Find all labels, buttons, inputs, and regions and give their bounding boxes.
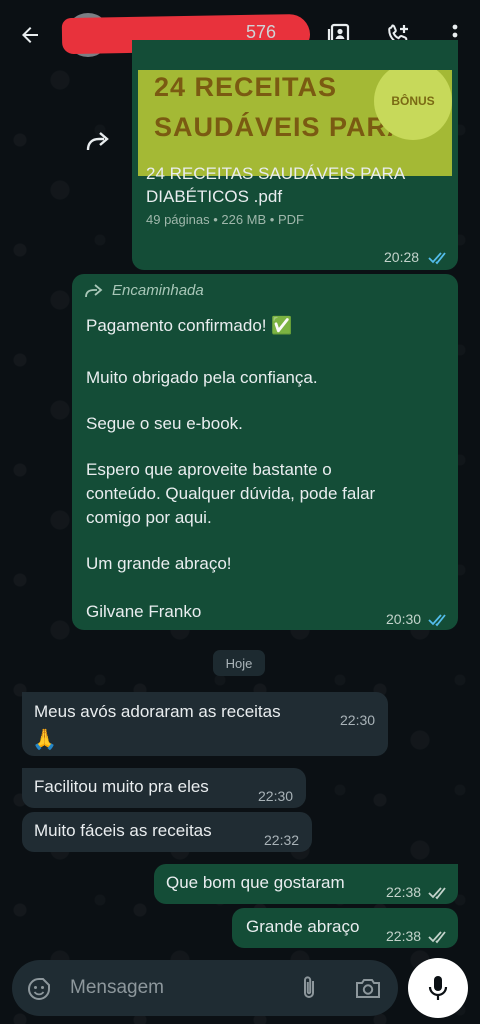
message-time: 22:38 [386, 928, 422, 944]
message-line: Pagamento confirmado! ✅ [86, 316, 293, 335]
bonus-badge: BÔNUS [374, 70, 452, 140]
document-thumbnail[interactable]: 24 RECEITAS SAUDÁVEIS PARA BÔNUS [138, 70, 452, 176]
camera-button[interactable] [352, 973, 384, 1003]
forwarded-label: Encaminhada [112, 282, 204, 299]
thumbnail-line1: 24 RECEITAS [154, 72, 338, 102]
message-line: Muito obrigado pela confiança. [86, 368, 318, 387]
document-title[interactable]: 24 RECEITAS SAUDÁVEIS PARA DIABÉTICOS .p… [146, 162, 446, 208]
incoming-message-bubble[interactable]: Muito fáceis as receitas 22:32 [22, 812, 312, 852]
message-text: Meus avós adoraram as receitas [34, 702, 281, 721]
message-time: 22:38 [386, 884, 422, 900]
microphone-icon [428, 976, 448, 1000]
message-time: 22:32 [264, 832, 300, 848]
message-time: 22:30 [340, 712, 376, 728]
message-text: Grande abraço [246, 917, 360, 936]
read-ticks-icon [428, 614, 446, 627]
message-line: Gilvane Franko [86, 602, 202, 621]
message-text: Que bom que gostaram [166, 873, 345, 892]
paperclip-icon [304, 976, 314, 998]
camera-icon [356, 979, 380, 998]
delivered-ticks-icon [428, 931, 446, 944]
emoji-button[interactable] [24, 974, 54, 1004]
forwarded-icon [85, 284, 103, 298]
message-line: Segue o seu e-book. [86, 414, 243, 433]
message-time: 22:30 [258, 788, 294, 804]
incoming-message-bubble[interactable]: Facilitou muito pra eles 22:30 [22, 768, 306, 808]
message-time: 20:30 [386, 611, 422, 627]
message-line: comigo por aqui. [86, 508, 212, 527]
forwarded-message-bubble[interactable]: Encaminhada Pagamento confirmado! ✅ Muit… [72, 274, 458, 630]
message-line: Espero que aproveite bastante o [86, 460, 332, 479]
document-meta: 49 páginas • 226 MB • PDF [146, 212, 304, 227]
document-message-bubble[interactable]: 24 RECEITAS SAUDÁVEIS PARA BÔNUS 24 RECE… [132, 40, 458, 270]
message-text: Muito fáceis as receitas [34, 821, 212, 840]
forward-shortcut-button[interactable] [84, 128, 114, 159]
delivered-ticks-icon [428, 887, 446, 900]
outgoing-message-bubble[interactable]: Que bom que gostaram 22:38 [154, 864, 458, 904]
thumbnail-line2: SAUDÁVEIS PARA [154, 112, 408, 142]
back-button[interactable] [10, 14, 50, 56]
read-ticks-icon [428, 252, 446, 265]
incoming-message-bubble[interactable]: Meus avós adoraram as receitas 🙏 22:30 [22, 692, 388, 756]
pray-emoji: 🙏 [32, 729, 57, 751]
message-composer: Mensagem [12, 960, 398, 1016]
message-line: conteúdo. Qualquer dúvida, pode falar [86, 484, 376, 503]
message-text: Facilitou muito pra eles [34, 777, 209, 796]
message-input[interactable]: Mensagem [70, 977, 164, 999]
message-time: 20:28 [384, 249, 420, 265]
date-separator: Hoje [213, 650, 265, 676]
attach-button[interactable] [294, 973, 324, 1003]
voice-record-button[interactable] [408, 958, 468, 1018]
forward-icon [86, 132, 109, 151]
arrow-left-icon [22, 27, 38, 43]
sticker-emoji-icon [28, 978, 50, 1000]
outgoing-message-bubble[interactable]: Grande abraço 22:38 [232, 908, 458, 948]
message-line: Um grande abraço! [86, 554, 232, 573]
